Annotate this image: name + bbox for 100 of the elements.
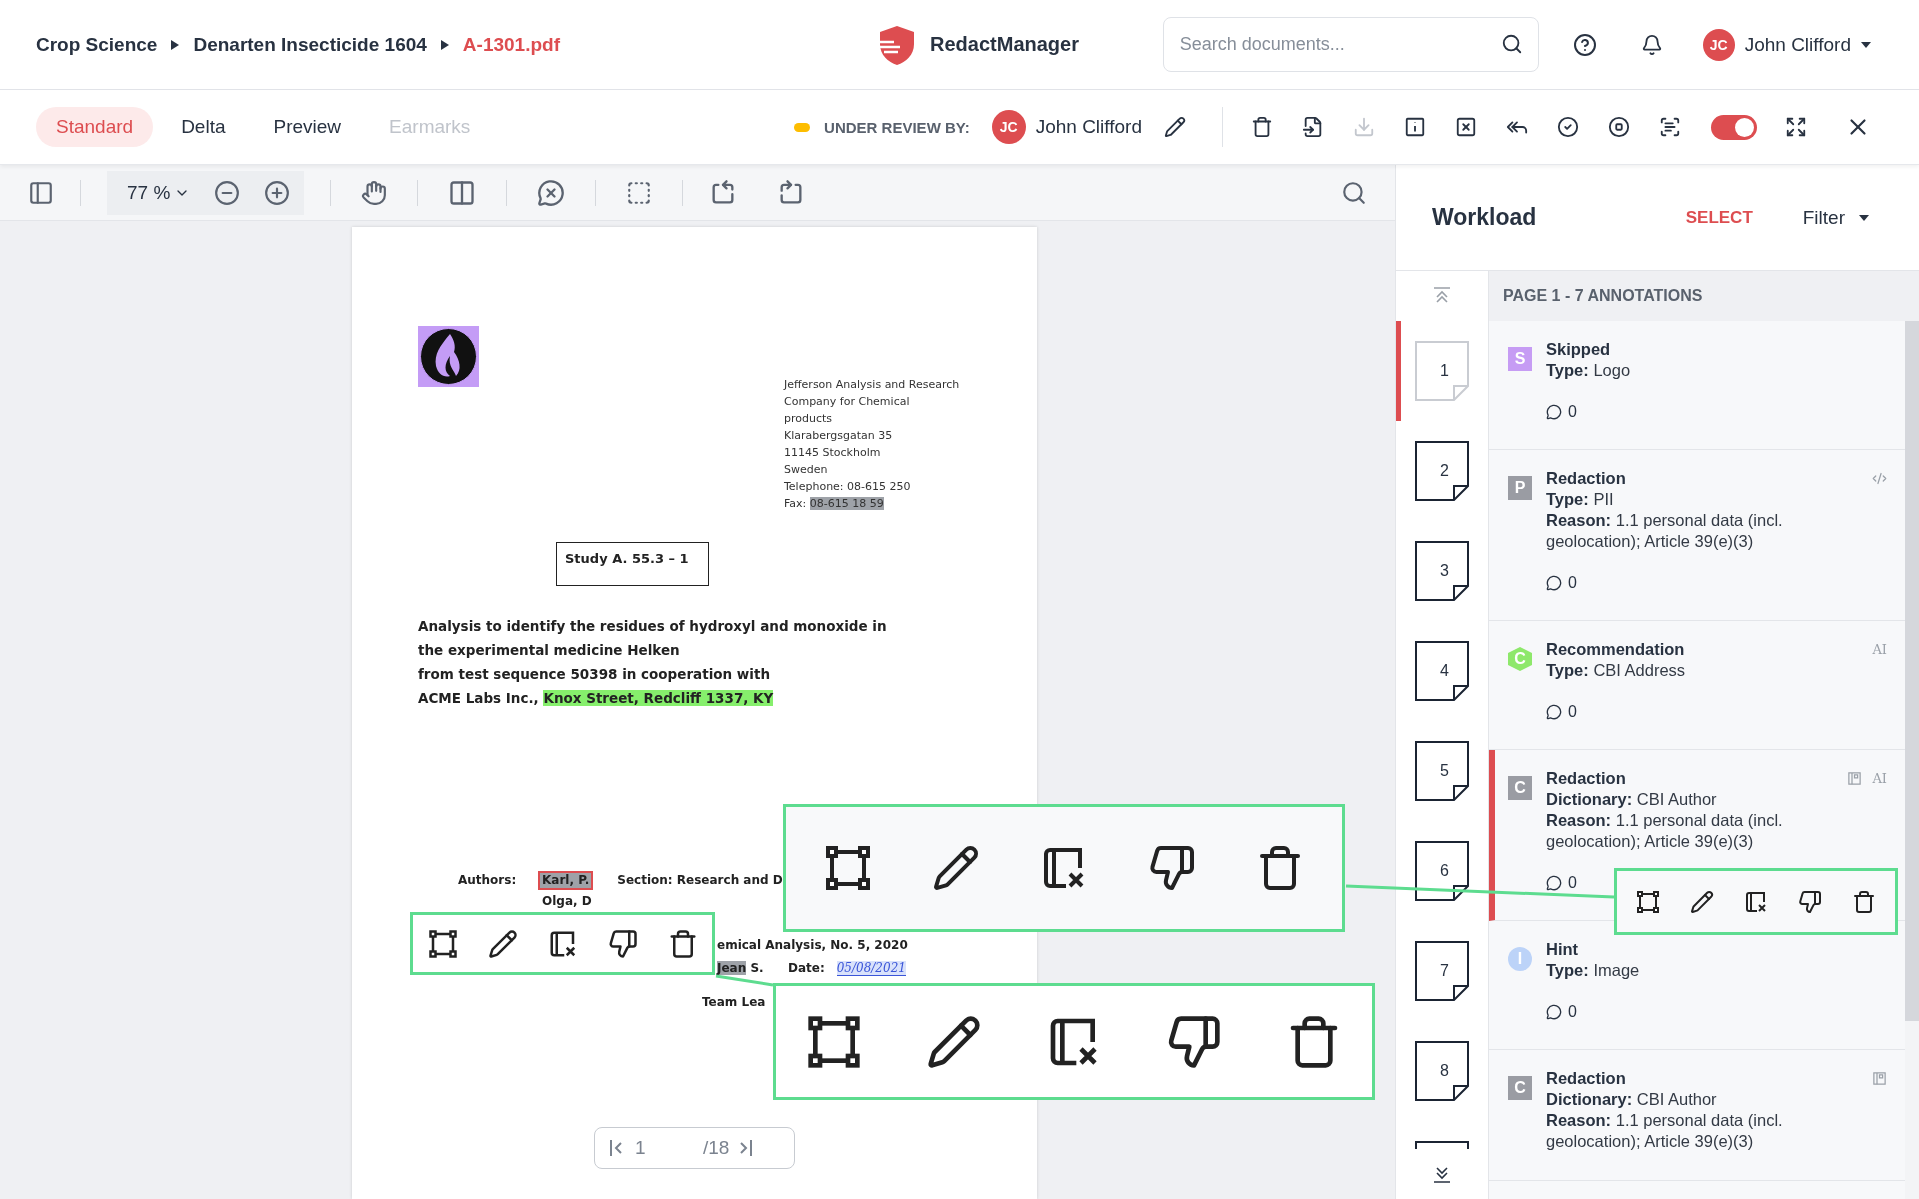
stop-icon[interactable] xyxy=(1608,116,1630,138)
annotation-title: Recommendation xyxy=(1546,639,1686,660)
comment-icon[interactable] xyxy=(1546,575,1562,591)
reviewer-avatar: JC xyxy=(991,110,1026,144)
annotation-detail: Dictionary: CBI Author xyxy=(1546,1089,1718,1110)
breadcrumb-link[interactable]: Denarten Insecticide 1604 xyxy=(193,33,427,56)
flame-logo xyxy=(418,326,479,387)
user-avatar: JC xyxy=(1702,28,1735,61)
info-icon[interactable] xyxy=(1404,116,1426,138)
hand-icon[interactable] xyxy=(361,179,388,206)
annotation-type-badge: C xyxy=(1508,647,1532,671)
annotation-detail: Type: Logo xyxy=(1546,360,1632,381)
zoom-in-icon[interactable] xyxy=(264,179,291,206)
annotation-detail: Type: PII xyxy=(1546,489,1615,510)
first-page-button[interactable] xyxy=(609,1139,623,1157)
bounding-box-icon[interactable] xyxy=(824,844,872,892)
scan-text-icon[interactable] xyxy=(1659,116,1681,138)
annotation-type-badge: I xyxy=(1508,947,1532,971)
document-title-line: Analysis to identify the residues of hydroxyl and monoxide in xyxy=(418,617,888,636)
author-name[interactable]: Olga, D xyxy=(538,892,596,911)
annotation-detail: Reason: 1.1 personal data (incl. geolocation); Article 39(e)(3) xyxy=(1546,1110,1784,1152)
annotation-type-badge: P xyxy=(1508,476,1532,500)
trash-icon[interactable] xyxy=(1852,889,1876,914)
bounding-box-icon[interactable] xyxy=(1636,889,1660,914)
comment-icon[interactable] xyxy=(1546,404,1562,420)
pencil-icon[interactable] xyxy=(932,844,980,892)
dashed-square-icon[interactable] xyxy=(626,179,653,206)
reviewer-name: John Clifford xyxy=(1035,116,1142,138)
annotation-type-badge: S xyxy=(1508,347,1532,371)
compare-pages-icon[interactable] xyxy=(448,178,477,207)
square-x-icon[interactable] xyxy=(1455,116,1477,138)
comment-count: 0 xyxy=(1568,574,1577,592)
zoom-out-icon[interactable] xyxy=(214,179,241,206)
annotation-detail: Type: Image xyxy=(1546,960,1641,981)
date-label: Date: xyxy=(788,961,825,975)
notifications-button[interactable] xyxy=(1640,33,1663,56)
pencil-icon[interactable] xyxy=(1164,116,1186,138)
authors-label: Authors: xyxy=(458,873,518,887)
user-menu[interactable]: JC John Clifford xyxy=(1702,28,1871,61)
check-circle-icon[interactable] xyxy=(1557,116,1579,138)
pencil-icon[interactable] xyxy=(487,928,518,959)
publication-text: emical Analysis, No. 5, 2020 xyxy=(717,938,908,952)
view-tab[interactable]: Delta xyxy=(161,107,246,147)
address-line: Jefferson Analysis and Research xyxy=(784,377,960,393)
address-line: products xyxy=(784,411,834,427)
comment-icon[interactable] xyxy=(1546,704,1562,720)
pencil-icon[interactable] xyxy=(926,1013,982,1070)
select-button[interactable]: SELECT xyxy=(1679,206,1759,229)
comment-count: 0 xyxy=(1568,874,1577,892)
author-name[interactable]: Karl, P. xyxy=(538,870,594,890)
thumbs-down-icon[interactable] xyxy=(1166,1013,1222,1070)
breadcrumb-link[interactable]: A-1301.pdf xyxy=(462,33,560,56)
remove-icon[interactable] xyxy=(1744,889,1768,914)
page-thumbnail[interactable] xyxy=(1415,1141,1469,1149)
search-icon[interactable] xyxy=(1341,179,1367,206)
annotation-detail: Reason: 1.1 personal data (incl. geolocation); Article 39(e)(3) xyxy=(1546,810,1784,852)
file-import-icon[interactable] xyxy=(1302,116,1324,138)
caret-icon xyxy=(1859,214,1869,221)
status-indicator xyxy=(794,122,811,132)
pencil-icon[interactable] xyxy=(1690,889,1714,914)
bubble-x-icon[interactable] xyxy=(537,178,566,207)
thumbs-down-icon[interactable] xyxy=(1148,844,1196,892)
thumbs-down-icon[interactable] xyxy=(607,928,638,959)
caret-icon xyxy=(440,39,449,50)
sidebar-toggle-icon[interactable] xyxy=(28,179,54,206)
search-field[interactable]: Search documents... xyxy=(1162,17,1539,72)
caret-icon xyxy=(171,39,180,50)
view-tab[interactable]: Preview xyxy=(253,107,362,147)
comment-icon[interactable] xyxy=(1546,1004,1562,1020)
scrollbar[interactable] xyxy=(1905,321,1919,1021)
comment-icon[interactable] xyxy=(1546,875,1562,891)
annotation-detail: Dictionary: CBI Author xyxy=(1546,789,1718,810)
expand-icon[interactable] xyxy=(1785,116,1807,138)
breadcrumb-link[interactable]: Crop Science xyxy=(36,33,158,56)
thumbs-down-icon[interactable] xyxy=(1798,889,1822,914)
section-text: Section: Research and D xyxy=(617,873,783,887)
annotation-title: Redaction xyxy=(1546,468,1627,489)
bounding-box-icon[interactable] xyxy=(806,1013,862,1070)
scroll-to-bottom-icon[interactable] xyxy=(1432,1164,1452,1184)
signature-date: 05/08/2021 xyxy=(836,960,906,976)
caret-icon xyxy=(1861,41,1871,48)
trash-icon[interactable] xyxy=(1251,116,1273,138)
address-line: Sweden xyxy=(784,462,829,478)
search-icon[interactable] xyxy=(1500,33,1523,55)
help-button[interactable] xyxy=(1572,32,1597,57)
bounding-box-icon[interactable] xyxy=(427,928,458,959)
annotation-title: Skipped xyxy=(1546,339,1612,360)
notebook-icon xyxy=(1847,771,1863,786)
comment-count: 0 xyxy=(1568,1003,1577,1021)
address-line: Telephone: 08-615 250 xyxy=(784,479,912,495)
document-title-line: from test sequence 50398 in cooperation with xyxy=(418,665,772,684)
toggle-switch[interactable] xyxy=(1711,114,1757,140)
filter-dropdown[interactable]: Filter xyxy=(1802,206,1869,229)
app-name: RedactManager xyxy=(930,33,1079,56)
annotation-title: Redaction xyxy=(1546,1068,1627,1089)
address-line: Company for Chemical xyxy=(784,394,911,410)
zoom-dropdown[interactable]: 77 % xyxy=(127,181,191,204)
address-line: Fax: 08-615 18 59 xyxy=(784,496,885,512)
last-page-button[interactable] xyxy=(739,1139,754,1157)
annotation-detail: Reason: 1.1 personal data (incl. geolocation); Article 39(e)(3) xyxy=(1546,510,1784,552)
